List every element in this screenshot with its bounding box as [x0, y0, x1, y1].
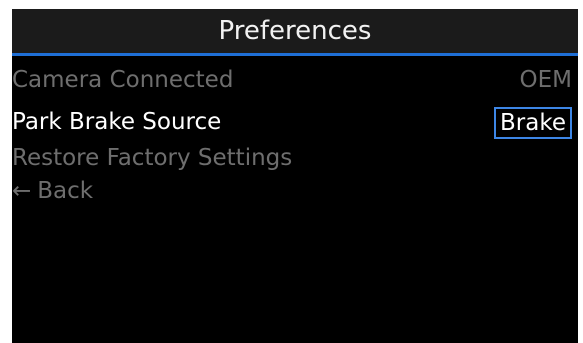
menu-item-camera-connected[interactable]: Camera Connected OEM: [12, 63, 578, 97]
back-label: Back: [37, 178, 94, 204]
back-button[interactable]: ← Back: [12, 174, 578, 208]
park-brake-source-label: Park Brake Source: [12, 109, 222, 135]
restore-factory-settings-label: Restore Factory Settings: [12, 145, 293, 171]
page-title: Preferences: [12, 9, 578, 53]
left-arrow-icon: ←: [12, 178, 32, 204]
camera-connected-value: OEM: [519, 67, 572, 93]
title-accent-line: [12, 53, 578, 56]
preferences-screen: Preferences Camera Connected OEM Park Br…: [12, 9, 578, 343]
menu-item-park-brake-source[interactable]: Park Brake Source Brake: [12, 105, 578, 139]
back-label-wrap: ← Back: [12, 174, 93, 208]
camera-connected-label: Camera Connected: [12, 67, 234, 93]
park-brake-source-value[interactable]: Brake: [494, 107, 572, 139]
menu-item-restore-factory-settings[interactable]: Restore Factory Settings: [12, 141, 578, 175]
